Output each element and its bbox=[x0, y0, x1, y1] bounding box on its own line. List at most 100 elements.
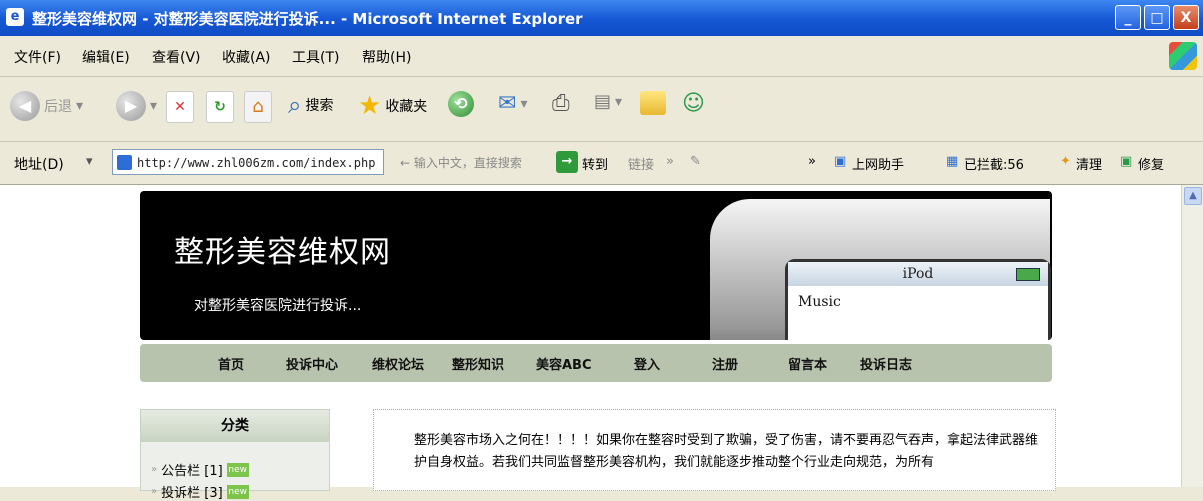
blocked-icon: ▦ bbox=[946, 154, 959, 169]
category-label[interactable]: 投诉栏 [3] bbox=[161, 482, 223, 501]
address-label: 地址(D) bbox=[14, 157, 64, 173]
ipod-image: iPod Music bbox=[710, 199, 1051, 340]
close-button[interactable]: X bbox=[1173, 5, 1199, 30]
address-dropdown-icon[interactable]: ▾ bbox=[86, 154, 93, 169]
menu-view[interactable]: 查看(V) bbox=[152, 47, 201, 67]
windows-logo-icon bbox=[1169, 42, 1197, 70]
menu-file[interactable]: 文件(F) bbox=[14, 47, 61, 67]
back-arrow-icon: ◀ bbox=[10, 91, 40, 121]
category-item[interactable]: » 投诉栏 [3] new bbox=[151, 482, 249, 501]
maximize-button[interactable]: □ bbox=[1144, 5, 1170, 30]
clean-label[interactable]: 清理 bbox=[1076, 154, 1102, 173]
ipod-menu-item: Music bbox=[798, 294, 841, 310]
category-label[interactable]: 公告栏 [1] bbox=[161, 460, 223, 479]
page-favicon-icon bbox=[117, 155, 132, 170]
new-badge: new bbox=[226, 462, 249, 477]
stop-button[interactable]: ✕ bbox=[166, 91, 194, 123]
nav-login[interactable]: 登入 bbox=[634, 354, 660, 373]
links-label[interactable]: 链接 bbox=[628, 154, 654, 173]
window-controls: _ □ X bbox=[1115, 5, 1199, 30]
assistant-icon: ▣ bbox=[834, 154, 847, 169]
minimize-button[interactable]: _ bbox=[1115, 5, 1141, 30]
nav-home[interactable]: 首页 bbox=[218, 354, 244, 373]
blocked-label[interactable]: 已拦截:56 bbox=[964, 154, 1024, 173]
ie-icon: e bbox=[6, 8, 24, 26]
menu-help[interactable]: 帮助(H) bbox=[362, 47, 411, 67]
favorites-button[interactable]: ★ 收藏夹 bbox=[358, 91, 427, 121]
title-bar: e 整形美容维权网 - 对整形美容医院进行投诉... - Microsoft I… bbox=[0, 0, 1203, 36]
ipod-brand: iPod bbox=[788, 262, 1048, 286]
nav-complaint-log[interactable]: 投诉日志 bbox=[860, 354, 912, 373]
intro-paragraph: 整形美容市场入之何在！！！！如果你在整容时受到了欺骗，受了伤害，请不要再忍气吞声… bbox=[414, 433, 1039, 470]
back-button[interactable]: ◀ 后退 ▾ bbox=[10, 91, 83, 121]
edit-dropdown-icon[interactable]: ▾ bbox=[615, 94, 622, 110]
forward-arrow-icon: ▶ bbox=[116, 91, 146, 121]
window-title: 整形美容维权网 - 对整形美容医院进行投诉... - Microsoft Int… bbox=[32, 10, 583, 28]
category-sidebar: 分类 » 公告栏 [1] new » 投诉栏 [3] new bbox=[140, 409, 330, 501]
refresh-button[interactable]: ↻ bbox=[206, 91, 234, 123]
history-icon: ⟲ bbox=[448, 91, 474, 117]
nav-knowledge[interactable]: 整形知识 bbox=[452, 354, 504, 373]
home-button[interactable]: ⌂ bbox=[244, 91, 272, 123]
search-label: 搜索 bbox=[305, 98, 334, 114]
print-button[interactable]: ⎙ bbox=[552, 91, 570, 116]
search-icon: ⌕ bbox=[288, 91, 302, 119]
forward-button[interactable]: ▶ ▾ bbox=[116, 91, 157, 121]
favorites-label: 收藏夹 bbox=[385, 99, 428, 115]
repair-icon: ▣ bbox=[1120, 154, 1133, 169]
search-button[interactable]: ⌕ 搜索 bbox=[288, 91, 333, 119]
menu-bar: 文件(F) 编辑(E) 查看(V) 收藏(A) 工具(T) 帮助(H) bbox=[0, 36, 1203, 77]
edit-button[interactable]: ▤ ▾ bbox=[594, 91, 622, 112]
go-arrow-icon[interactable]: → bbox=[556, 151, 578, 173]
vertical-scrollbar[interactable]: ▲ bbox=[1181, 185, 1203, 487]
star-icon: ★ bbox=[358, 91, 382, 121]
folder-icon bbox=[640, 91, 666, 115]
nav-complaints[interactable]: 投诉中心 bbox=[286, 354, 338, 373]
nav-guestbook[interactable]: 留言本 bbox=[788, 354, 827, 373]
back-dropdown-icon[interactable]: ▾ bbox=[76, 98, 83, 114]
site-title: 整形美容维权网 bbox=[174, 235, 391, 270]
refresh-icon: ↻ bbox=[206, 91, 234, 123]
history-button[interactable]: ⟲ bbox=[448, 91, 474, 117]
stop-icon: ✕ bbox=[166, 91, 194, 123]
forward-dropdown-icon[interactable]: ▾ bbox=[150, 98, 157, 114]
links-chevron-icon[interactable]: » bbox=[666, 154, 674, 169]
url-text: http://www.zhl006zm.com/index.php bbox=[137, 156, 376, 170]
print-icon: ⎙ bbox=[552, 91, 570, 116]
go-label[interactable]: 转到 bbox=[582, 154, 608, 173]
menu-favorites[interactable]: 收藏(A) bbox=[222, 47, 271, 67]
repair-label[interactable]: 修复 bbox=[1138, 154, 1164, 173]
back-label: 后退 bbox=[44, 99, 72, 115]
nav-forum[interactable]: 维权论坛 bbox=[372, 354, 424, 373]
folder-button[interactable] bbox=[640, 91, 666, 115]
ipod-screen: iPod Music bbox=[785, 259, 1051, 340]
mail-button[interactable]: ✉ ▾ bbox=[498, 91, 527, 116]
nav-beauty-abc[interactable]: 美容ABC bbox=[536, 354, 592, 373]
nav-register[interactable]: 注册 bbox=[712, 354, 738, 373]
messenger-icon: ☺ bbox=[682, 91, 705, 116]
site-nav: 首页 投诉中心 维权论坛 整形知识 美容ABC 登入 注册 留言本 投诉日志 bbox=[140, 344, 1052, 382]
bullet-icon: » bbox=[151, 486, 158, 497]
search-hint: ← 输入中文，直接搜索 bbox=[400, 156, 522, 170]
standard-toolbar: ◀ 后退 ▾ ▶ ▾ ✕ ↻ ⌂ ⌕ 搜索 ★ 收藏夹 ⟲ ✉ ▾ ⎙ ▤ ▾ … bbox=[0, 77, 1203, 142]
menu-edit[interactable]: 编辑(E) bbox=[82, 47, 130, 67]
site-tagline: 对整形美容医院进行投诉... bbox=[194, 298, 362, 314]
tool-icon[interactable]: ✎ bbox=[690, 154, 701, 169]
mail-icon: ✉ bbox=[498, 91, 517, 116]
category-item[interactable]: » 公告栏 [1] new bbox=[151, 460, 249, 479]
mail-dropdown-icon[interactable]: ▾ bbox=[520, 96, 527, 112]
assistant-label[interactable]: 上网助手 bbox=[852, 154, 904, 173]
main-content: 整形美容市场入之何在！！！！如果你在整容时受到了欺骗，受了伤害，请不要再忍气吞声… bbox=[373, 409, 1056, 491]
menu-tools[interactable]: 工具(T) bbox=[292, 47, 339, 67]
edit-icon: ▤ bbox=[594, 91, 612, 112]
address-bar: 地址(D) ▾ http://www.zhl006zm.com/index.ph… bbox=[0, 142, 1203, 185]
scroll-up-icon[interactable]: ▲ bbox=[1184, 187, 1202, 205]
clean-icon: ✦ bbox=[1060, 154, 1071, 169]
sidebar-heading: 分类 bbox=[141, 410, 329, 442]
bullet-icon: » bbox=[151, 464, 158, 475]
overflow-chevron-icon[interactable]: » bbox=[808, 154, 816, 169]
url-input[interactable]: http://www.zhl006zm.com/index.php bbox=[112, 149, 384, 175]
battery-icon bbox=[1016, 268, 1040, 281]
home-icon: ⌂ bbox=[244, 91, 272, 123]
messenger-button[interactable]: ☺ bbox=[682, 91, 705, 116]
